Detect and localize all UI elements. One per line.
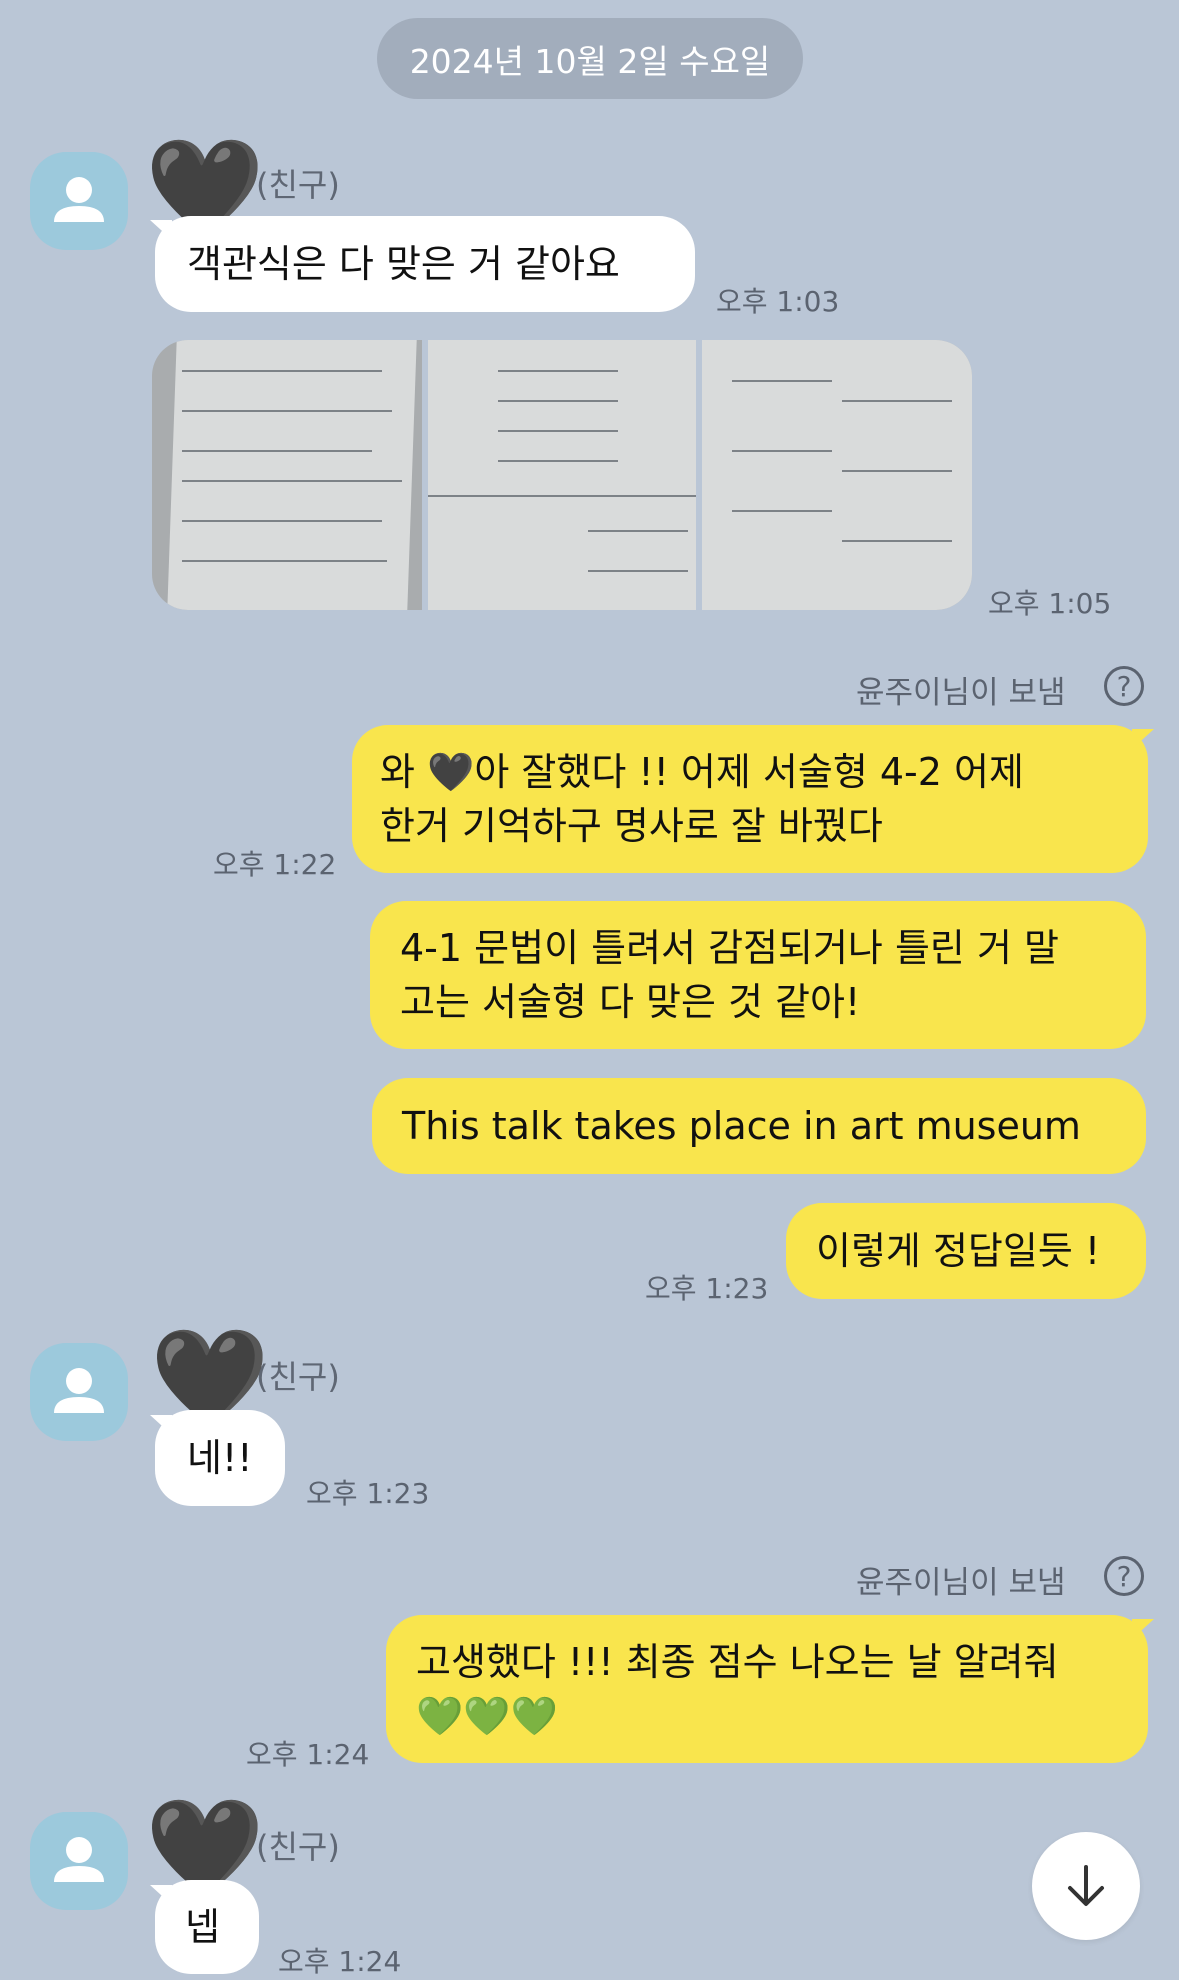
sender-note: 윤주이님이 보냄 bbox=[856, 675, 1066, 711]
message-line: 4-1 문법이 틀려서 감점되거나 틀린 거 말 bbox=[400, 926, 1059, 970]
person-silhouette-icon bbox=[54, 1837, 104, 1882]
person-silhouette-icon bbox=[54, 1368, 104, 1413]
message-text: 네!! bbox=[187, 1436, 253, 1480]
friend-name: (친구) bbox=[256, 1828, 340, 1866]
incoming-message[interactable]: 네!! bbox=[155, 1410, 285, 1506]
outgoing-message[interactable]: 고생했다 !!! 최종 점수 나오는 날 알려줘 💚💚💚 bbox=[386, 1615, 1148, 1763]
friend-name: (친구) bbox=[256, 1358, 340, 1396]
message-time: 오후 1:22 bbox=[213, 848, 337, 881]
friend-avatar[interactable] bbox=[30, 1343, 128, 1441]
message-time: 오후 1:03 bbox=[716, 285, 840, 318]
date-divider: 2024년 10월 2일 수요일 bbox=[377, 18, 803, 99]
message-text: 객관식은 다 맞은 거 같아요 bbox=[187, 242, 620, 286]
question-circle-icon[interactable]: ? bbox=[1104, 1556, 1144, 1596]
outgoing-message[interactable]: 와 🖤아 잘했다 !! 어제 서술형 4-2 어제 한거 기억하구 명사로 잘 … bbox=[352, 725, 1148, 873]
incoming-message[interactable]: 넵 bbox=[155, 1880, 259, 1974]
message-line: 고는 서술형 다 맞은 것 같아! bbox=[400, 980, 861, 1024]
message-time: 오후 1:05 bbox=[988, 587, 1112, 620]
message-time: 오후 1:24 bbox=[278, 1945, 402, 1978]
person-silhouette-icon bbox=[54, 177, 104, 222]
friend-avatar[interactable] bbox=[30, 152, 128, 250]
friend-avatar[interactable] bbox=[30, 1812, 128, 1910]
question-circle-icon[interactable]: ? bbox=[1104, 666, 1144, 706]
message-text: 넵 bbox=[185, 1905, 220, 1949]
message-line: 한거 기억하구 명사로 잘 바꿨다 bbox=[380, 804, 883, 848]
photo-thumbnail[interactable] bbox=[428, 340, 696, 610]
message-time: 오후 1:23 bbox=[645, 1272, 769, 1305]
arrow-down-icon bbox=[1068, 1865, 1104, 1906]
scroll-to-bottom-button[interactable] bbox=[1032, 1832, 1140, 1940]
bubble-tail bbox=[1132, 729, 1154, 749]
sender-note: 윤주이님이 보냄 bbox=[856, 1565, 1066, 1601]
message-line: 고생했다 !!! 최종 점수 나오는 날 알려줘 bbox=[416, 1640, 1059, 1684]
incoming-message[interactable]: 객관식은 다 맞은 거 같아요 bbox=[155, 216, 695, 312]
friend-name: (친구) bbox=[256, 166, 340, 204]
message-text: This talk takes place in art museum bbox=[402, 1104, 1081, 1148]
bubble-tail bbox=[1132, 1619, 1154, 1639]
message-text: 이렇게 정답일듯 ! bbox=[816, 1229, 1101, 1273]
photo-thumbnail[interactable] bbox=[152, 340, 422, 610]
outgoing-message[interactable]: This talk takes place in art museum bbox=[372, 1078, 1146, 1174]
message-time: 오후 1:23 bbox=[306, 1477, 430, 1510]
outgoing-message[interactable]: 4-1 문법이 틀려서 감점되거나 틀린 거 말 고는 서술형 다 맞은 것 같… bbox=[370, 901, 1146, 1049]
photo-thumbnail[interactable] bbox=[702, 340, 972, 610]
message-line: 💚💚💚 bbox=[416, 1694, 558, 1738]
message-time: 오후 1:24 bbox=[246, 1738, 370, 1771]
outgoing-message[interactable]: 이렇게 정답일듯 ! bbox=[786, 1203, 1146, 1299]
message-line: 와 🖤아 잘했다 !! 어제 서술형 4-2 어제 bbox=[380, 750, 1024, 794]
